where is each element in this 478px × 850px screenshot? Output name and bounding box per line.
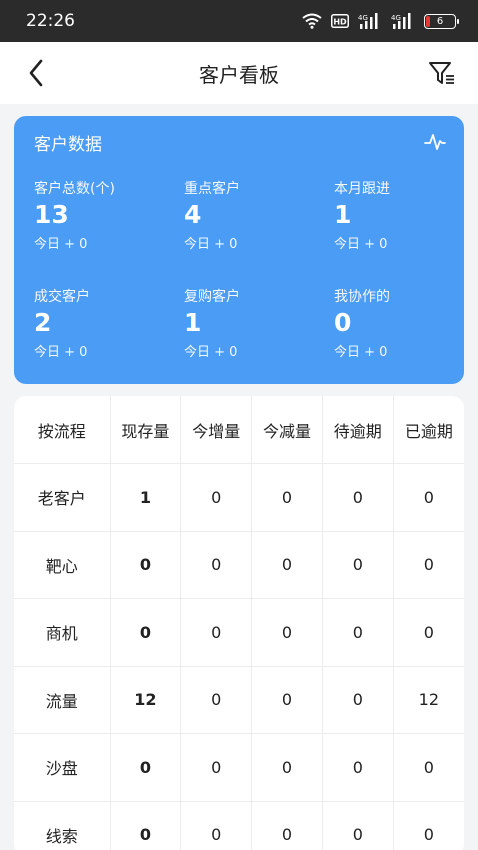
process-table-card: 按流程 现存量 今增量 今减量 待逾期 已逾期 老客户 1 0 0 0 0 靶心… <box>14 396 464 850</box>
process-table: 按流程 现存量 今增量 今减量 待逾期 已逾期 老客户 1 0 0 0 0 靶心… <box>14 396 464 850</box>
table-header-row: 按流程 现存量 今增量 今减量 待逾期 已逾期 <box>14 396 464 464</box>
stat-value: 4 <box>184 200 202 229</box>
header-overdue: 已逾期 <box>393 396 464 464</box>
stat-value: 13 <box>34 200 69 229</box>
cell-decrease: 0 <box>251 463 323 532</box>
stat-repeat-customers[interactable]: 复购客户 1 今日 + 0 <box>184 286 324 360</box>
row-label: 流量 <box>14 666 111 734</box>
cell-overdue: 0 <box>393 463 464 532</box>
cell-overdue: 0 <box>393 598 464 667</box>
stat-value: 2 <box>34 308 52 337</box>
cell-decrease: 0 <box>251 801 323 850</box>
page-title: 客户看板 <box>199 62 279 87</box>
stat-today: 今日 + 0 <box>184 237 238 252</box>
cell-pending-overdue: 0 <box>322 463 394 532</box>
cell-stock: 0 <box>110 531 182 599</box>
row-label: 沙盘 <box>14 733 111 802</box>
cell-overdue: 12 <box>393 666 464 734</box>
svg-text:HD: HD <box>333 18 347 27</box>
cell-increase: 0 <box>180 531 253 599</box>
status-icons: HD 4G 4G 6 <box>302 13 459 29</box>
cell-increase: 0 <box>180 463 253 532</box>
status-time: 22:26 <box>26 11 75 31</box>
stat-value: 0 <box>334 308 352 337</box>
cell-overdue: 0 <box>393 801 464 850</box>
row-label: 老客户 <box>14 463 111 532</box>
cell-stock: 0 <box>110 598 182 667</box>
cell-overdue: 0 <box>393 531 464 599</box>
stat-monthly-followup[interactable]: 本月跟进 1 今日 + 0 <box>334 178 474 252</box>
header-by-process[interactable]: 按流程 <box>14 396 111 464</box>
table-row[interactable]: 沙盘 0 0 0 0 0 <box>14 733 464 802</box>
cell-pending-overdue: 0 <box>322 531 394 599</box>
stat-label: 重点客户 <box>184 181 240 197</box>
stat-label: 本月跟进 <box>334 181 390 197</box>
row-label: 靶心 <box>14 531 111 599</box>
cell-overdue: 0 <box>393 733 464 802</box>
stat-label: 客户总数(个) <box>34 181 115 197</box>
stat-value: 1 <box>334 200 352 229</box>
table-row[interactable]: 商机 0 0 0 0 0 <box>14 598 464 667</box>
table-row[interactable]: 靶心 0 0 0 0 0 <box>14 531 464 599</box>
stat-my-collaborations[interactable]: 我协作的 0 今日 + 0 <box>334 286 474 360</box>
cell-increase: 0 <box>180 801 253 850</box>
battery-icon: 6 <box>424 13 459 29</box>
cell-pending-overdue: 0 <box>322 733 394 802</box>
cell-stock: 0 <box>110 801 182 850</box>
stat-label: 我协作的 <box>334 289 390 305</box>
hd-icon: HD <box>331 14 349 28</box>
filter-icon <box>429 62 454 84</box>
pulse-icon[interactable] <box>424 132 446 152</box>
cell-stock: 0 <box>110 733 182 802</box>
table-row[interactable]: 老客户 1 0 0 0 0 <box>14 463 464 532</box>
cell-stock: 12 <box>110 666 182 734</box>
cell-increase: 0 <box>180 666 253 734</box>
card-title: 客户数据 <box>34 135 102 155</box>
stat-today: 今日 + 0 <box>184 345 238 360</box>
filter-button[interactable] <box>426 56 458 90</box>
back-button[interactable] <box>20 56 52 90</box>
cell-pending-overdue: 0 <box>322 801 394 850</box>
wifi-icon <box>302 13 322 29</box>
stat-total-customers[interactable]: 客户总数(个) 13 今日 + 0 <box>34 178 174 252</box>
stat-today: 今日 + 0 <box>334 345 388 360</box>
header-stock: 现存量 <box>110 396 182 464</box>
table-row[interactable]: 线索 0 0 0 0 0 <box>14 801 464 850</box>
cell-increase: 0 <box>180 733 253 802</box>
customer-data-card: 客户数据 客户总数(个) 13 今日 + 0 重点客户 4 今日 + 0 本月跟… <box>14 116 464 384</box>
signal-4g-icon: 4G <box>358 13 378 29</box>
cell-increase: 0 <box>180 598 253 667</box>
battery-level: 6 <box>436 15 444 27</box>
stat-value: 1 <box>184 308 202 337</box>
stat-key-customers[interactable]: 重点客户 4 今日 + 0 <box>184 178 324 252</box>
stat-today: 今日 + 0 <box>34 345 88 360</box>
signal-icon: 4G <box>391 13 411 29</box>
cell-decrease: 0 <box>251 598 323 667</box>
row-label: 线索 <box>14 801 111 850</box>
nav-bar: 客户看板 <box>0 42 478 104</box>
stat-label: 复购客户 <box>184 289 240 305</box>
stat-label: 成交客户 <box>34 289 90 305</box>
cell-stock: 1 <box>110 463 182 532</box>
cell-decrease: 0 <box>251 531 323 599</box>
chevron-left-icon <box>29 59 43 87</box>
stat-today: 今日 + 0 <box>34 237 88 252</box>
cell-decrease: 0 <box>251 666 323 734</box>
row-label: 商机 <box>14 598 111 667</box>
svg-text:4G: 4G <box>391 14 401 22</box>
cell-pending-overdue: 0 <box>322 666 394 734</box>
stat-today: 今日 + 0 <box>334 237 388 252</box>
header-pending-overdue: 待逾期 <box>322 396 394 464</box>
svg-text:4G: 4G <box>358 14 368 22</box>
header-increase: 今增量 <box>180 396 253 464</box>
header-decrease: 今减量 <box>251 396 323 464</box>
stat-closed-customers[interactable]: 成交客户 2 今日 + 0 <box>34 286 174 360</box>
table-row[interactable]: 流量 12 0 0 0 12 <box>14 666 464 734</box>
status-bar: 22:26 HD 4G 4G 6 <box>0 0 478 42</box>
cell-pending-overdue: 0 <box>322 598 394 667</box>
cell-decrease: 0 <box>251 733 323 802</box>
